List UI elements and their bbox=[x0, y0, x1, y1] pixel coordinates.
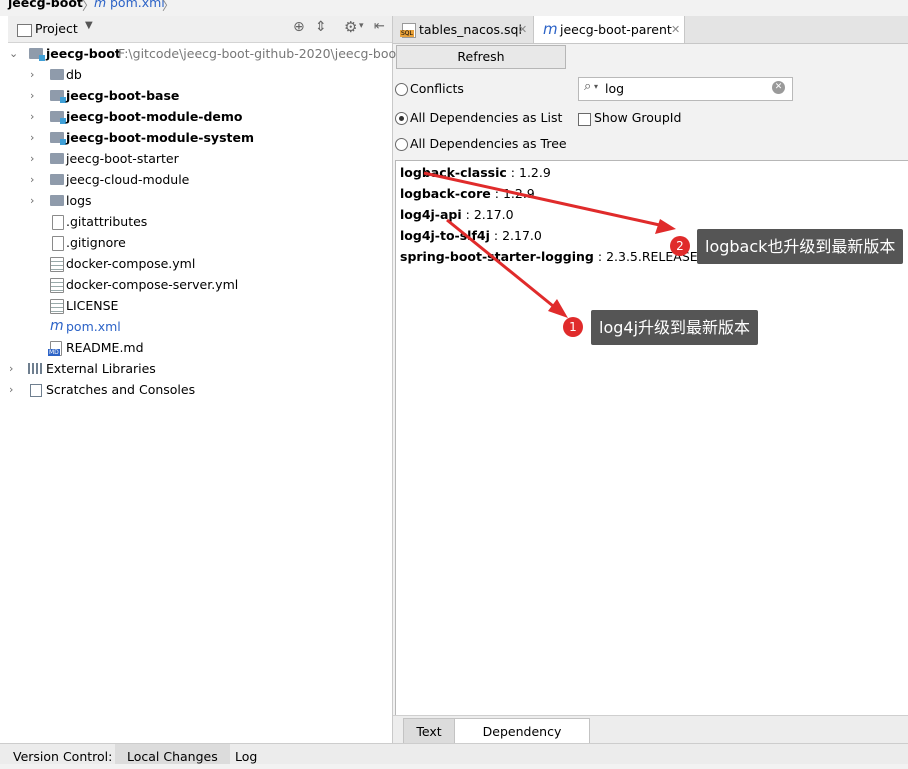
local-changes-tab[interactable]: Local Changes bbox=[115, 744, 230, 764]
annotation-badge-1: 1 bbox=[563, 317, 583, 337]
arrowhead-1 bbox=[548, 299, 568, 318]
annotation-callout-1: log4j升级到最新版本 bbox=[591, 310, 759, 345]
version-control-label[interactable]: Version Control: bbox=[13, 749, 112, 764]
annotation-callout-2: logback也升级到最新版本 bbox=[697, 229, 904, 264]
bottom-editor-tabs: Text Dependency Analyzer bbox=[393, 715, 908, 764]
arrowhead-2 bbox=[655, 219, 676, 234]
log-tab[interactable]: Log bbox=[235, 749, 257, 764]
annotation-arrows bbox=[423, 171, 676, 318]
tab-dependency-analyzer[interactable]: Dependency Analyzer bbox=[454, 718, 590, 764]
arrow-to-callout-2 bbox=[423, 171, 665, 228]
tool-window-bar: Version Control: Local Changes Log bbox=[0, 743, 908, 764]
annotation-badge-2: 2 bbox=[670, 236, 690, 256]
tab-text[interactable]: Text bbox=[403, 718, 455, 745]
arrow-to-callout-1 bbox=[446, 218, 559, 312]
